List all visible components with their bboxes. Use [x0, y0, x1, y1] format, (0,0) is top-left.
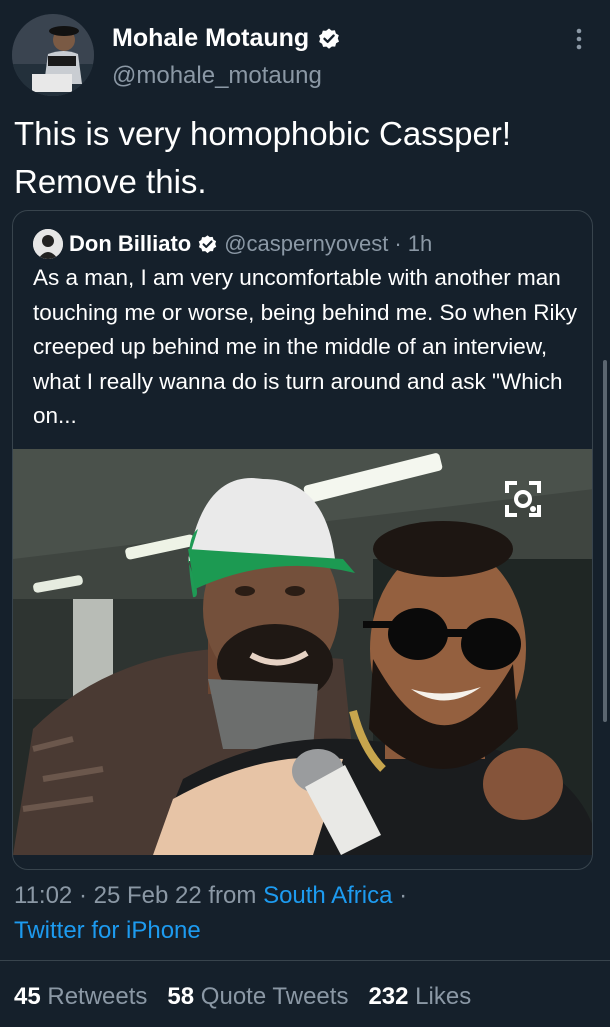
quoted-tweet-text: As a man, I am very uncomfortable with a… — [33, 265, 578, 428]
tweet-date[interactable]: 25 Feb 22 — [94, 882, 202, 909]
from-label: from — [208, 882, 257, 909]
tweet-text-line-2: Remove this. — [14, 163, 207, 200]
quoted-author-avatar[interactable] — [33, 229, 63, 259]
quoted-author-name[interactable]: Don Billiato — [69, 231, 191, 257]
quoted-tweet-header: Don Billiato @caspernyovest · 1h — [33, 229, 432, 259]
likes-label: Likes — [415, 983, 472, 1010]
more-vertical-icon[interactable] — [572, 24, 586, 54]
divider — [0, 960, 610, 961]
quote-tweets-count: 58 — [167, 983, 195, 1010]
author-name-row[interactable]: Mohale Motaung — [112, 24, 341, 53]
quoted-tweet-card[interactable]: Don Billiato @caspernyovest · 1h As a ma… — [12, 210, 593, 870]
tweet-text-line-1: This is very homophobic Cassper! — [14, 115, 512, 152]
scrollbar[interactable] — [603, 360, 607, 722]
location-link[interactable]: South Africa — [263, 882, 392, 909]
verified-badge-icon — [198, 234, 217, 253]
likes-stat[interactable]: 232 Likes — [368, 983, 471, 1011]
retweets-count: 45 — [14, 983, 41, 1010]
quoted-author-handle[interactable]: @caspernyovest — [224, 231, 388, 257]
retweets-label: Retweets — [47, 983, 148, 1010]
verified-badge-icon — [319, 28, 340, 49]
quoted-separator: · — [394, 231, 402, 256]
quoted-time: 1h — [407, 231, 433, 256]
meta-separator: · — [78, 882, 94, 909]
tweet-text: This is very homophobic Cassper! Remove … — [14, 110, 594, 206]
quoted-tweet-photo[interactable] — [13, 449, 592, 855]
tweet-stats: 45 Retweets 58 Quote Tweets 232 Likes — [14, 983, 471, 1011]
retweets-stat[interactable]: 45 Retweets — [14, 983, 147, 1011]
author-name[interactable]: Mohale Motaung — [112, 24, 309, 53]
tweet-time[interactable]: 11:02 — [14, 882, 72, 909]
author-avatar[interactable] — [12, 14, 94, 96]
author-handle[interactable]: @mohale_motaung — [112, 62, 322, 90]
meta-separator-2: · — [399, 882, 408, 909]
tweet-timestamp: 11:02 · 25 Feb 22 from South Africa · Tw… — [14, 878, 604, 948]
likes-count: 232 — [368, 983, 409, 1010]
source-link[interactable]: Twitter for iPhone — [14, 917, 201, 944]
quote-tweets-stat[interactable]: 58 Quote Tweets — [167, 983, 348, 1011]
quote-tweets-label: Quote Tweets — [200, 983, 349, 1010]
